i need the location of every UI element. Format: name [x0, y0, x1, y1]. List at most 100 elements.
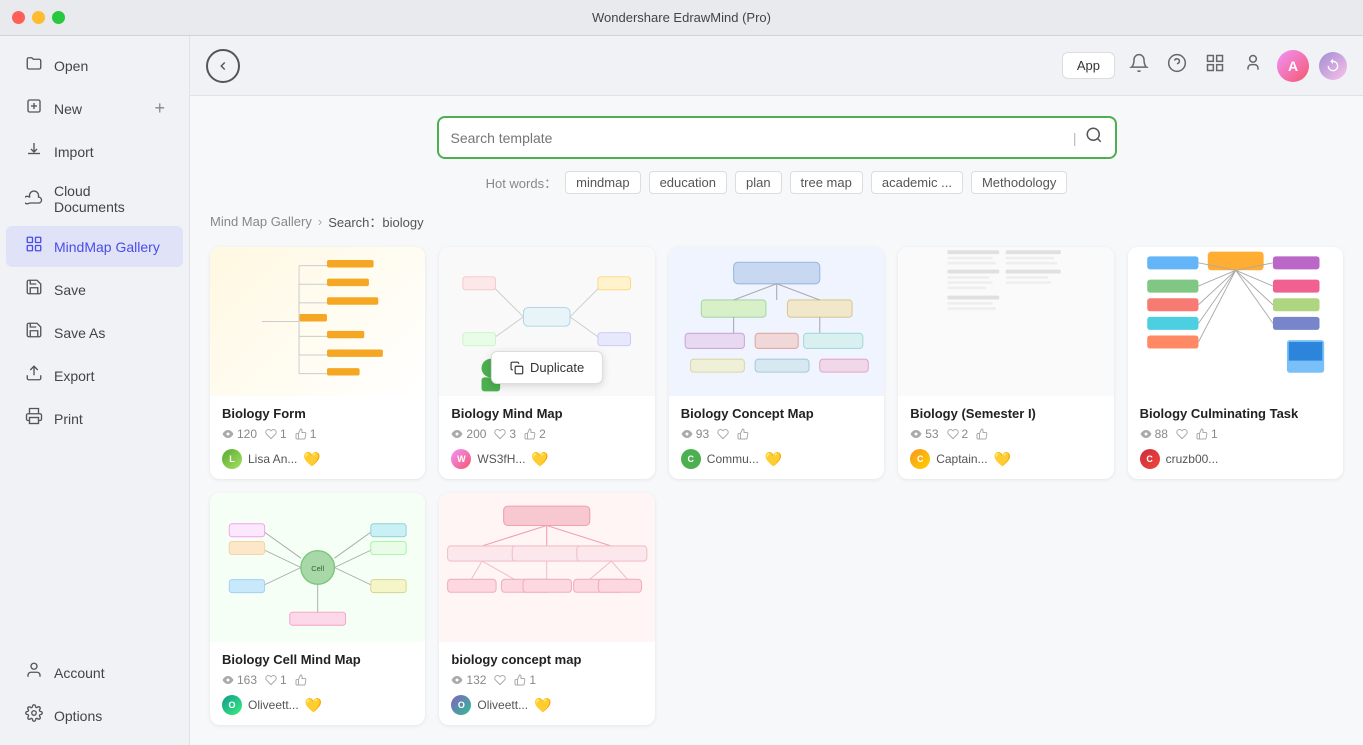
card-thumb-culminating — [1128, 247, 1343, 396]
sidebar-item-print[interactable]: Print — [6, 398, 183, 439]
search-input[interactable] — [451, 130, 1065, 146]
pro-badge-concept2: 💛 — [534, 697, 551, 714]
search-bar: | — [437, 116, 1117, 159]
card-biology-concept2[interactable]: biology concept map 132 1 — [439, 493, 654, 725]
sidebar-item-save[interactable]: Save — [6, 269, 183, 310]
app-button[interactable]: App — [1062, 52, 1115, 79]
new-icon — [24, 97, 44, 120]
sidebar-item-import[interactable]: Import — [6, 131, 183, 172]
card-stats-cell: 163 1 — [222, 673, 413, 687]
sidebar-item-options[interactable]: Options — [6, 695, 183, 736]
save-icon — [24, 278, 44, 301]
author-avatar-semester: C — [910, 449, 930, 469]
gallery-label: MindMap Gallery — [54, 239, 160, 255]
hot-words-label: Hot words： — [486, 173, 558, 192]
grid-icon[interactable] — [1201, 49, 1229, 82]
author-avatar-concept: C — [681, 449, 701, 469]
export-icon — [24, 364, 44, 387]
sidebar-item-save-as[interactable]: Save As — [6, 312, 183, 353]
user-avatar[interactable]: A — [1277, 50, 1309, 82]
card-title-semester: Biology (Semester I) — [910, 406, 1101, 421]
gallery-icon — [24, 235, 44, 258]
back-button[interactable] — [206, 49, 240, 83]
close-button[interactable] — [12, 11, 25, 24]
card-title-biology-mind: Biology Mind Map — [451, 406, 642, 421]
save-label: Save — [54, 282, 86, 298]
likes-biology-form: 1 — [265, 427, 287, 441]
thumbsup-concept — [737, 428, 749, 440]
sidebar-item-new[interactable]: New + — [6, 88, 183, 129]
card-biology-concept[interactable]: Biology Concept Map 93 — [669, 247, 884, 479]
help-icon[interactable] — [1163, 49, 1191, 82]
sidebar-item-open[interactable]: Open — [6, 45, 183, 86]
topbar-right: App A — [1062, 49, 1347, 82]
card-biology-semester[interactable]: Biology (Semester I) 53 2 — [898, 247, 1113, 479]
search-button[interactable] — [1085, 126, 1103, 149]
sidebar-item-cloud[interactable]: Cloud Documents — [6, 174, 183, 224]
card-thumb-semester — [898, 247, 1113, 396]
cloud-icon — [24, 188, 44, 211]
views-semester: 53 — [910, 427, 938, 441]
card-author-cell: O Oliveett... 💛 — [222, 695, 413, 715]
card-body-cell: Biology Cell Mind Map 163 1 — [210, 642, 425, 725]
import-icon — [24, 140, 44, 163]
card-body-biology-mind: Biology Mind Map 200 3 2 — [439, 396, 654, 479]
pro-badge-biology-form: 💛 — [303, 451, 320, 468]
tag-education[interactable]: education — [649, 171, 727, 194]
card-stats-biology-mind: 200 3 2 — [451, 427, 642, 441]
card-body-culminating: Biology Culminating Task 88 1 — [1128, 396, 1343, 479]
card-title-cell: Biology Cell Mind Map — [222, 652, 413, 667]
sidebar-item-mindmap-gallery[interactable]: MindMap Gallery — [6, 226, 183, 267]
maximize-button[interactable] — [52, 11, 65, 24]
duplicate-label: Duplicate — [530, 360, 584, 375]
card-title-biology-concept: Biology Concept Map — [681, 406, 872, 421]
thumbsup-biology-form: 1 — [295, 427, 317, 441]
notification-icon[interactable] — [1125, 49, 1153, 82]
tag-mindmap[interactable]: mindmap — [565, 171, 640, 194]
author-name-biology-mind: WS3fH... — [477, 452, 525, 466]
titlebar: Wondershare EdrawMind (Pro) — [0, 0, 1363, 36]
card-thumb-biology-mind: Duplicate — [439, 247, 654, 396]
card-thumb-biology-form — [210, 247, 425, 396]
sidebar-item-account[interactable]: Account — [6, 652, 183, 693]
card-stats-biology-form: 120 1 1 — [222, 427, 413, 441]
gallery-grid: Biology Form 120 1 1 — [190, 239, 1363, 745]
breadcrumb-parent[interactable]: Mind Map Gallery — [210, 214, 312, 229]
tag-academic[interactable]: academic ... — [871, 171, 963, 194]
card-thumb-concept2 — [439, 493, 654, 642]
views-biology-concept: 93 — [681, 427, 709, 441]
card-body-concept2: biology concept map 132 1 — [439, 642, 654, 725]
likes-semester: 2 — [947, 427, 969, 441]
save-as-label: Save As — [54, 325, 105, 341]
heart-concept — [717, 428, 729, 440]
views-culminating: 88 — [1140, 427, 1168, 441]
author-avatar-cell: O — [222, 695, 242, 715]
author-avatar-biology-form: L — [222, 449, 242, 469]
settings-icon[interactable] — [1239, 49, 1267, 82]
thumbsup-culminating: 1 — [1196, 427, 1218, 441]
pro-badge-cell: 💛 — [305, 697, 322, 714]
views-biology-form: 120 — [222, 427, 257, 441]
sidebar-item-export[interactable]: Export — [6, 355, 183, 396]
card-biology-culminating[interactable]: Biology Culminating Task 88 1 — [1128, 247, 1343, 479]
duplicate-tooltip[interactable]: Duplicate — [491, 351, 603, 384]
pro-badge-concept: 💛 — [765, 451, 782, 468]
pro-badge-semester: 💛 — [994, 451, 1011, 468]
card-biology-form[interactable]: Biology Form 120 1 1 — [210, 247, 425, 479]
author-avatar-concept2: O — [451, 695, 471, 715]
new-label: New — [54, 101, 82, 117]
tag-plan[interactable]: plan — [735, 171, 782, 194]
tag-methodology[interactable]: Methodology — [971, 171, 1067, 194]
window-controls — [12, 11, 65, 24]
minimize-button[interactable] — [32, 11, 45, 24]
card-stats-biology-concept: 93 — [681, 427, 872, 441]
card-biology-cell[interactable]: Cell — [210, 493, 425, 725]
author-name-concept2: Oliveett... — [477, 698, 528, 712]
card-biology-mind-map[interactable]: Duplicate Biology Mind Map 200 3 — [439, 247, 654, 479]
author-name-cell: Oliveett... — [248, 698, 299, 712]
tag-tree-map[interactable]: tree map — [790, 171, 863, 194]
thumbsup-cell — [295, 674, 307, 686]
cloud-label: Cloud Documents — [54, 183, 165, 215]
secondary-avatar[interactable] — [1319, 52, 1347, 80]
likes-biology-mind: 3 — [494, 427, 516, 441]
